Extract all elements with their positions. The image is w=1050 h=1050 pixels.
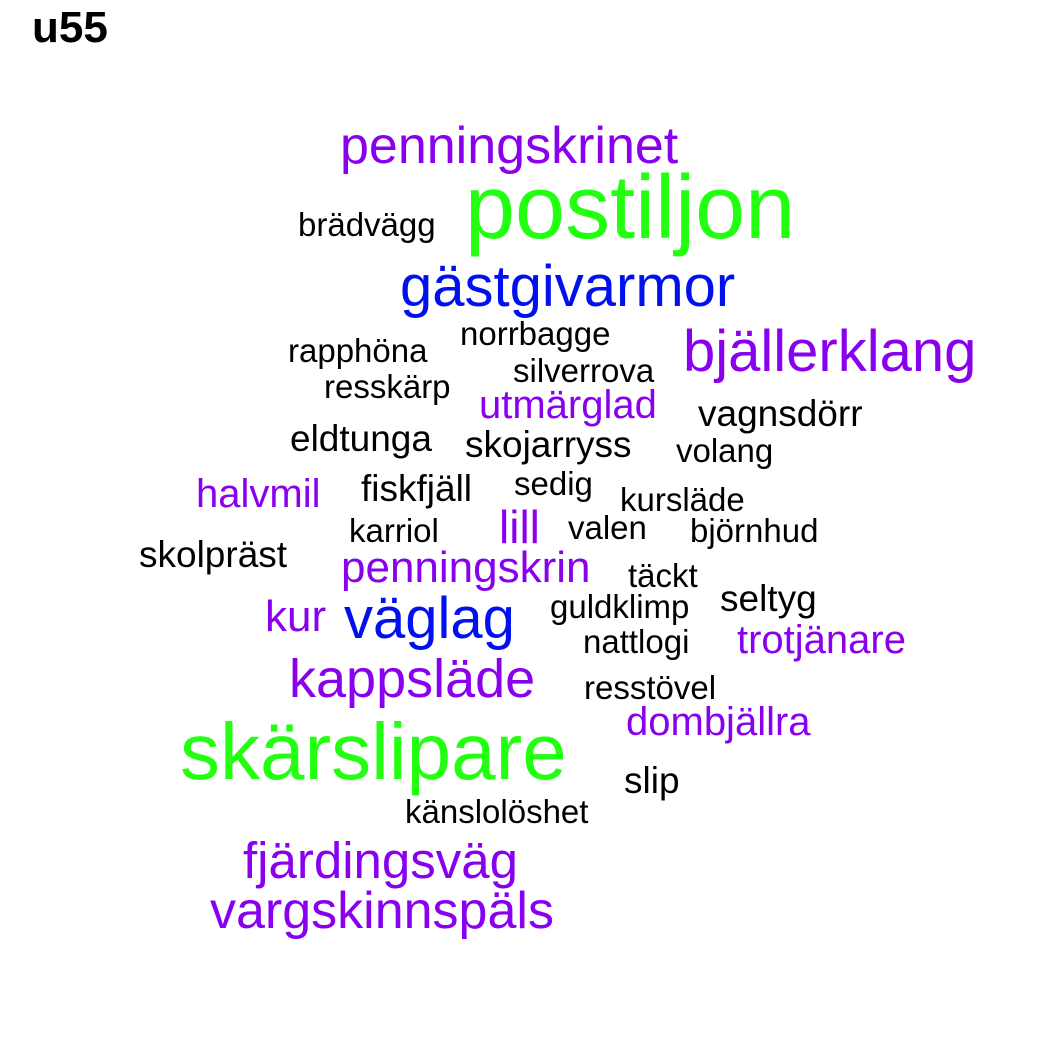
cloud-title: u55 [32,3,108,52]
cloud-word: fjärdingsväg [243,832,518,889]
cloud-word: kur [265,592,327,641]
cloud-word: valen [568,509,647,546]
cloud-word: rapphöna [288,332,428,369]
cloud-word: halvmil [196,472,321,516]
cloud-word: guldklimp [550,588,690,625]
cloud-word: nattlogi [583,623,690,660]
cloud-word: vagnsdörr [698,393,863,434]
cloud-word: eldtunga [290,418,432,459]
cloud-word: trotjänare [737,618,906,662]
cloud-word: sedig [514,465,593,502]
cloud-word: fiskfjäll [361,468,473,509]
cloud-word: dombjällra [626,700,811,744]
cloud-word: norrbagge [460,315,611,352]
cloud-word: vargskinnspäls [210,882,554,940]
cloud-word: volang [676,432,774,469]
cloud-word: postiljon [465,158,796,258]
cloud-word: resskärp [324,368,451,405]
cloud-word: penningskrin [341,543,591,592]
cloud-word: gästgivarmor [400,254,736,319]
cloud-word: björnhud [690,512,819,549]
cloud-word: slip [624,760,680,801]
word-cloud-canvas: u55 penningskrinet postiljon brädvägg gästg… [0,0,1050,1050]
cloud-word: kappsläde [289,649,536,709]
cloud-word: känslolöshet [405,793,589,830]
cloud-word: skojarryss [465,424,632,465]
cloud-word: utmärglad [479,383,657,427]
cloud-word: skärslipare [180,707,567,796]
cloud-word: seltyg [720,578,817,619]
cloud-word: brädvägg [298,206,436,243]
cloud-word: bjällerklang [683,319,977,384]
cloud-word: väglag [344,586,515,651]
cloud-word: skolpräst [139,534,288,575]
